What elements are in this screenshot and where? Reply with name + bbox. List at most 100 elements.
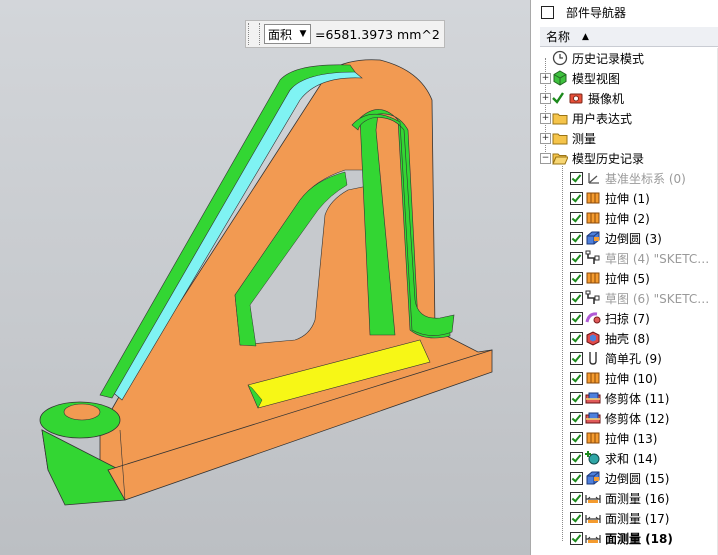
visibility-checkbox[interactable] <box>570 231 583 245</box>
visibility-checkbox[interactable] <box>570 271 583 285</box>
visibility-checkbox[interactable] <box>570 531 583 545</box>
navigator-title: 部件导航器 <box>566 5 627 20</box>
feature-label: 基准坐标系 (0) <box>605 171 686 186</box>
visibility-checkbox[interactable] <box>570 331 583 345</box>
visibility-checkbox[interactable] <box>570 391 583 405</box>
tree-item-measurements[interactable]: + 测量 <box>540 128 596 148</box>
checkmark-icon <box>552 90 564 106</box>
tree-connector <box>562 166 563 541</box>
face-measure-icon <box>585 510 601 526</box>
feature-label: 拉伸 (5) <box>605 271 650 286</box>
feature-label: 拉伸 (13) <box>605 431 658 446</box>
feature-label: 边倒圆 (3) <box>605 231 662 246</box>
sketch-icon <box>585 250 601 266</box>
feature-row-face-measure-18[interactable]: 面测量 (18) <box>570 528 673 548</box>
tree-item-user-expressions[interactable]: + 用户表达式 <box>540 108 632 128</box>
tree-item-label: 用户表达式 <box>572 111 633 126</box>
measure-type-dropdown[interactable]: 面积 ▼ <box>264 24 312 44</box>
visibility-checkbox[interactable] <box>570 171 583 185</box>
expand-icon[interactable]: + <box>540 93 551 104</box>
feature-label: 面测量 (18) <box>605 531 673 546</box>
feature-label: 简单孔 (9) <box>605 351 662 366</box>
navigator-pin-checkbox[interactable] <box>541 5 554 19</box>
feature-row-shell-8[interactable]: 抽壳 (8) <box>570 328 650 348</box>
feature-row-extrude-10[interactable]: 拉伸 (10) <box>570 368 657 388</box>
visibility-checkbox[interactable] <box>570 211 583 225</box>
visibility-checkbox[interactable] <box>570 471 583 485</box>
feature-label: 修剪体 (11) <box>605 391 670 406</box>
face-measure-icon <box>585 530 601 546</box>
feature-label: 边倒圆 (15) <box>605 471 670 486</box>
feature-row-hole-9[interactable]: 简单孔 (9) <box>570 348 662 368</box>
navigator-header: 部件导航器 <box>531 0 718 24</box>
visibility-checkbox[interactable] <box>570 411 583 425</box>
feature-row-trim-body-11[interactable]: 修剪体 (11) <box>570 388 669 408</box>
shell-icon <box>585 330 601 346</box>
feature-row-extrude-2[interactable]: 拉伸 (2) <box>570 208 650 228</box>
tree-item-label: 测量 <box>572 131 597 146</box>
swept-icon <box>585 310 601 326</box>
visibility-checkbox[interactable] <box>570 191 583 205</box>
feature-label: 拉伸 (10) <box>605 371 658 386</box>
visibility-checkbox[interactable] <box>570 251 583 265</box>
extrude-icon <box>585 370 601 386</box>
feature-label: 面测量 (17) <box>605 511 670 526</box>
extrude-icon <box>585 270 601 286</box>
measure-type-label: 面积 <box>268 27 293 42</box>
tree-item-label: 模型视图 <box>572 71 621 86</box>
feature-row-trim-body-12[interactable]: 修剪体 (12) <box>570 408 669 428</box>
column-header-name[interactable]: 名称 ▲ <box>540 27 718 47</box>
feature-label: 面测量 (16) <box>605 491 670 506</box>
extrude-icon <box>585 210 601 226</box>
visibility-checkbox[interactable] <box>570 451 583 465</box>
feature-row-face-measure-16[interactable]: 面测量 (16) <box>570 488 669 508</box>
feature-label: 草图 (4) "SKETC… <box>605 251 710 266</box>
tree-item-history-mode[interactable]: 历史记录模式 <box>552 48 644 68</box>
feature-row-extrude-5[interactable]: 拉伸 (5) <box>570 268 650 288</box>
visibility-checkbox[interactable] <box>570 491 583 505</box>
expand-icon[interactable]: + <box>540 73 551 84</box>
column-header-label: 名称 <box>546 30 571 44</box>
feature-label: 扫掠 (7) <box>605 311 650 326</box>
graphics-viewport[interactable]: 面积 ▼ =6581.3973 mm^2 <box>0 0 530 555</box>
sort-ascending-icon[interactable]: ▲ <box>582 32 589 42</box>
visibility-checkbox[interactable] <box>570 351 583 365</box>
bracket-model[interactable] <box>0 0 530 555</box>
feature-row-sketch-4[interactable]: 草图 (4) "SKETC… <box>570 248 709 268</box>
feature-row-extrude-13[interactable]: 拉伸 (13) <box>570 428 657 448</box>
camera-icon <box>568 90 584 106</box>
feature-row-edge-blend-3[interactable]: 边倒圆 (3) <box>570 228 662 248</box>
tree-item-model-views[interactable]: + 模型视图 <box>540 68 620 88</box>
visibility-checkbox[interactable] <box>570 371 583 385</box>
visibility-checkbox[interactable] <box>570 291 583 305</box>
tree-item-model-history[interactable]: − 模型历史记录 <box>540 148 644 168</box>
expand-icon[interactable]: + <box>540 113 551 124</box>
feature-row-unite-14[interactable]: 求和 (14) <box>570 448 657 468</box>
tree-item-cameras[interactable]: + 摄像机 <box>540 88 624 108</box>
model-views-icon <box>552 70 568 86</box>
collapse-icon[interactable]: − <box>540 153 551 164</box>
feature-row-extrude-1[interactable]: 拉伸 (1) <box>570 188 650 208</box>
feature-label: 抽壳 (8) <box>605 331 650 346</box>
visibility-checkbox[interactable] <box>570 511 583 525</box>
feature-row-swept-7[interactable]: 扫掠 (7) <box>570 308 650 328</box>
feature-row-face-measure-17[interactable]: 面测量 (17) <box>570 508 669 528</box>
chevron-down-icon[interactable]: ▼ <box>296 26 310 42</box>
toolbar-grip[interactable] <box>248 23 260 45</box>
measure-value: =6581.3973 mm^2 <box>315 26 440 42</box>
edge-blend-icon <box>585 470 601 486</box>
unite-icon <box>585 450 601 466</box>
folder-icon <box>552 110 568 126</box>
feature-row-sketch-6[interactable]: 草图 (6) "SKETC… <box>570 288 709 308</box>
boss-hole <box>63 403 101 421</box>
datum-csys-icon <box>585 170 601 186</box>
feature-row-edge-blend-15[interactable]: 边倒圆 (15) <box>570 468 669 488</box>
feature-row-datum-csys[interactable]: 基准坐标系 (0) <box>570 168 686 188</box>
folder-icon <box>552 130 568 146</box>
expand-icon[interactable]: + <box>540 133 551 144</box>
visibility-checkbox[interactable] <box>570 311 583 325</box>
feature-label: 拉伸 (2) <box>605 211 650 226</box>
feature-label: 修剪体 (12) <box>605 411 670 426</box>
visibility-checkbox[interactable] <box>570 431 583 445</box>
hole-icon <box>585 350 601 366</box>
